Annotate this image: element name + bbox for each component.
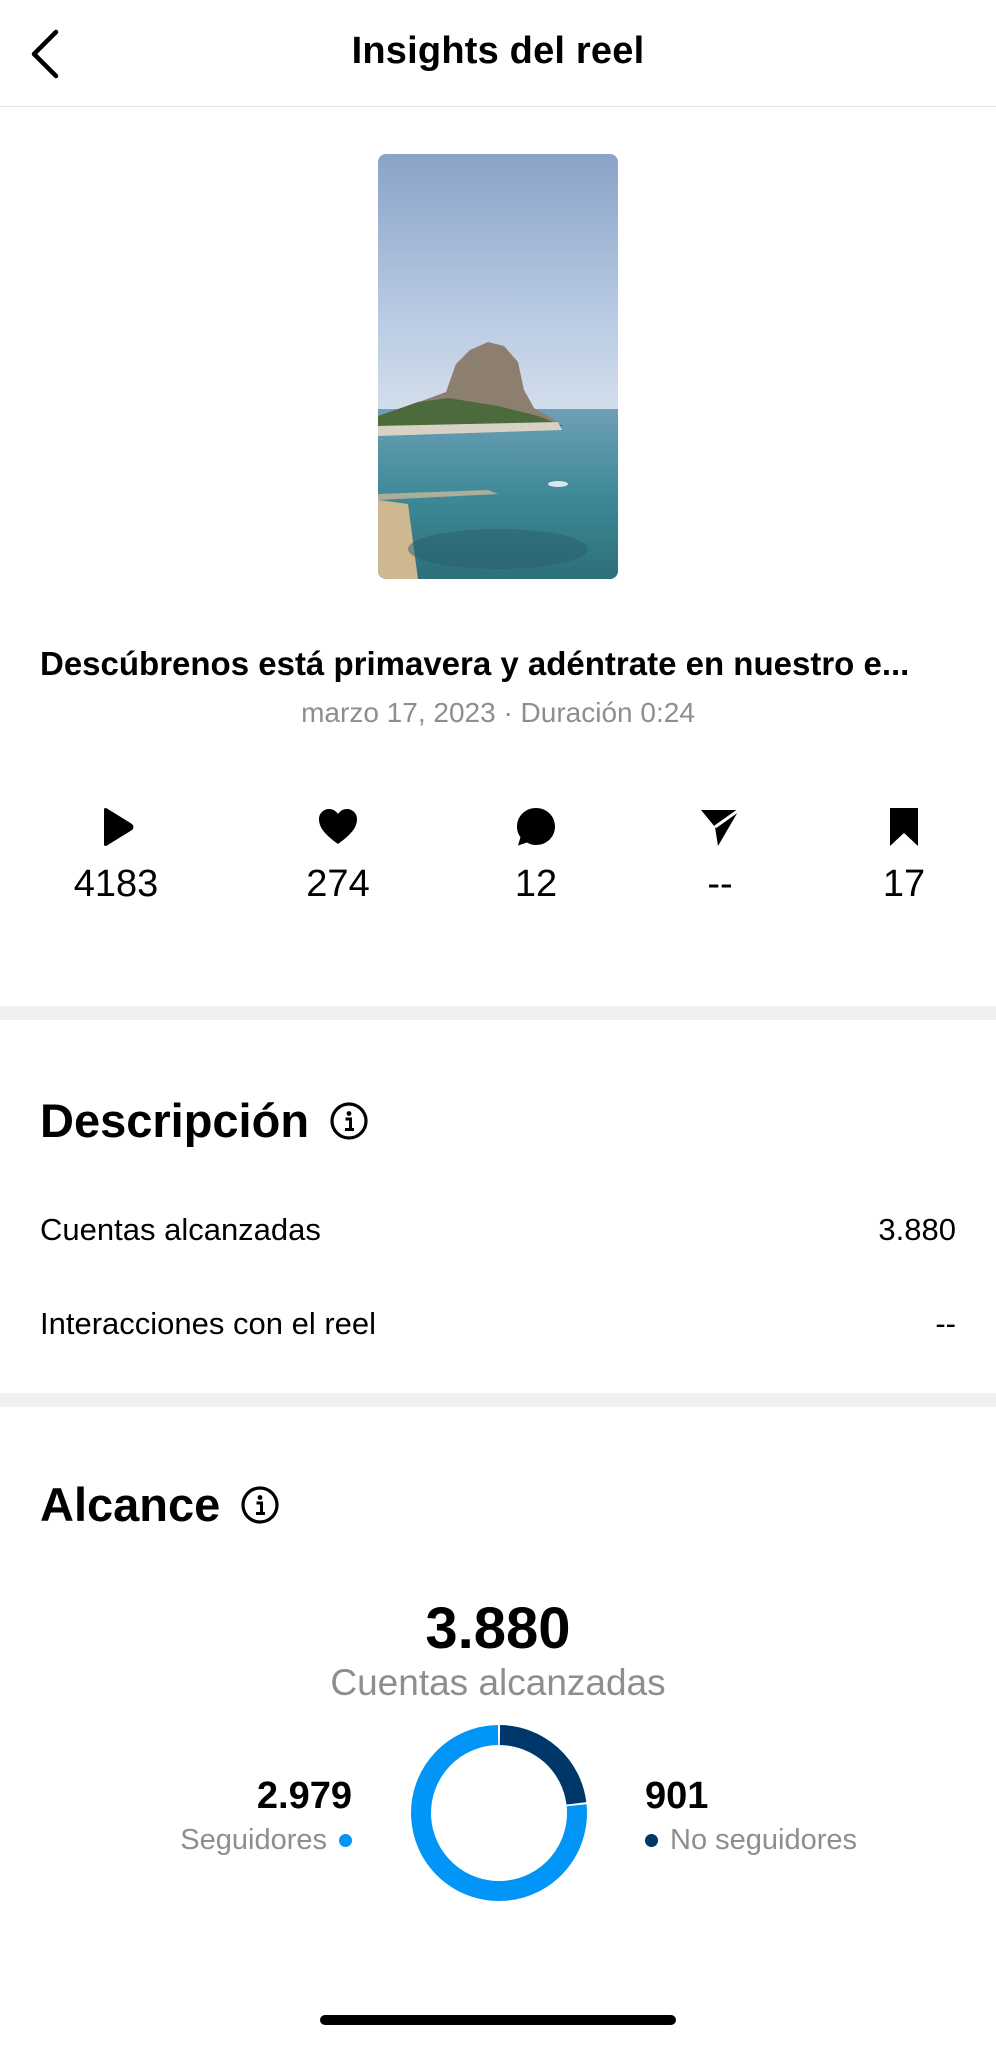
row-value: -- [935, 1306, 956, 1341]
row-value: 3.880 [878, 1212, 956, 1247]
reel-thumbnail-image [378, 154, 618, 579]
stat-saves: 17 [824, 805, 984, 906]
stat-shares: -- [640, 805, 800, 906]
alcance-section-title: Alcance [40, 1477, 280, 1532]
followers-label: Seguidores [180, 1824, 327, 1856]
non-followers-dot [645, 1834, 658, 1847]
stat-comments-value: 12 [514, 863, 558, 905]
info-icon[interactable] [240, 1485, 280, 1525]
reach-total-label: Cuentas alcanzadas [330, 1662, 666, 1703]
stat-plays-value: 4183 [73, 863, 159, 905]
non-followers-label: No seguidores [670, 1824, 857, 1856]
donut-slice-non-followers [499, 1725, 587, 1805]
section-divider [0, 1393, 996, 1407]
info-icon[interactable] [329, 1101, 369, 1141]
stat-shares-value: -- [707, 863, 733, 905]
comment-icon [517, 808, 555, 846]
legend-non-followers: 901 No seguidores [645, 1775, 857, 1857]
descripcion-title: Descripción [40, 1094, 310, 1147]
stat-saves-value: 17 [882, 863, 926, 905]
stat-comments: 12 [456, 805, 616, 906]
page-title: Insights del reel [351, 30, 645, 72]
reel-caption: Descúbrenos está primavera y adéntrate e… [40, 645, 910, 682]
reel-thumbnail[interactable] [378, 154, 618, 579]
bookmark-icon [890, 808, 918, 846]
non-followers-value: 901 [645, 1775, 709, 1817]
descripcion-section-title: Descripción [40, 1093, 369, 1148]
alcance-title: Alcance [40, 1478, 221, 1531]
row-label: Interacciones con el reel [40, 1306, 377, 1341]
followers-label-row: Seguidores [180, 1824, 352, 1857]
legend-followers: 2.979 Seguidores [180, 1775, 352, 1857]
non-followers-label-row: No seguidores [645, 1824, 857, 1857]
stat-likes: 274 [258, 805, 418, 906]
stats-row: 4183 274 12 -- 17 [0, 805, 996, 915]
reel-meta: marzo 17, 2023 · Duración 0:24 [301, 697, 695, 728]
followers-dot [339, 1834, 352, 1847]
row-label: Cuentas alcanzadas [40, 1212, 321, 1247]
heart-icon [319, 809, 357, 844]
play-icon [104, 808, 134, 846]
followers-value: 2.979 [256, 1775, 352, 1817]
reach-donut-chart [411, 1725, 587, 1901]
reach-total: 3.880 [425, 1596, 571, 1661]
header-bar: Insights del reel [0, 0, 996, 107]
section-divider [0, 1006, 996, 1020]
home-indicator[interactable] [320, 2015, 676, 2025]
share-icon [701, 808, 740, 846]
stat-plays: 4183 [36, 805, 196, 906]
descripcion-row[interactable]: Cuentas alcanzadas 3.880 [40, 1212, 956, 1248]
stat-likes-value: 274 [306, 863, 370, 905]
descripcion-row[interactable]: Interacciones con el reel -- [40, 1306, 956, 1342]
